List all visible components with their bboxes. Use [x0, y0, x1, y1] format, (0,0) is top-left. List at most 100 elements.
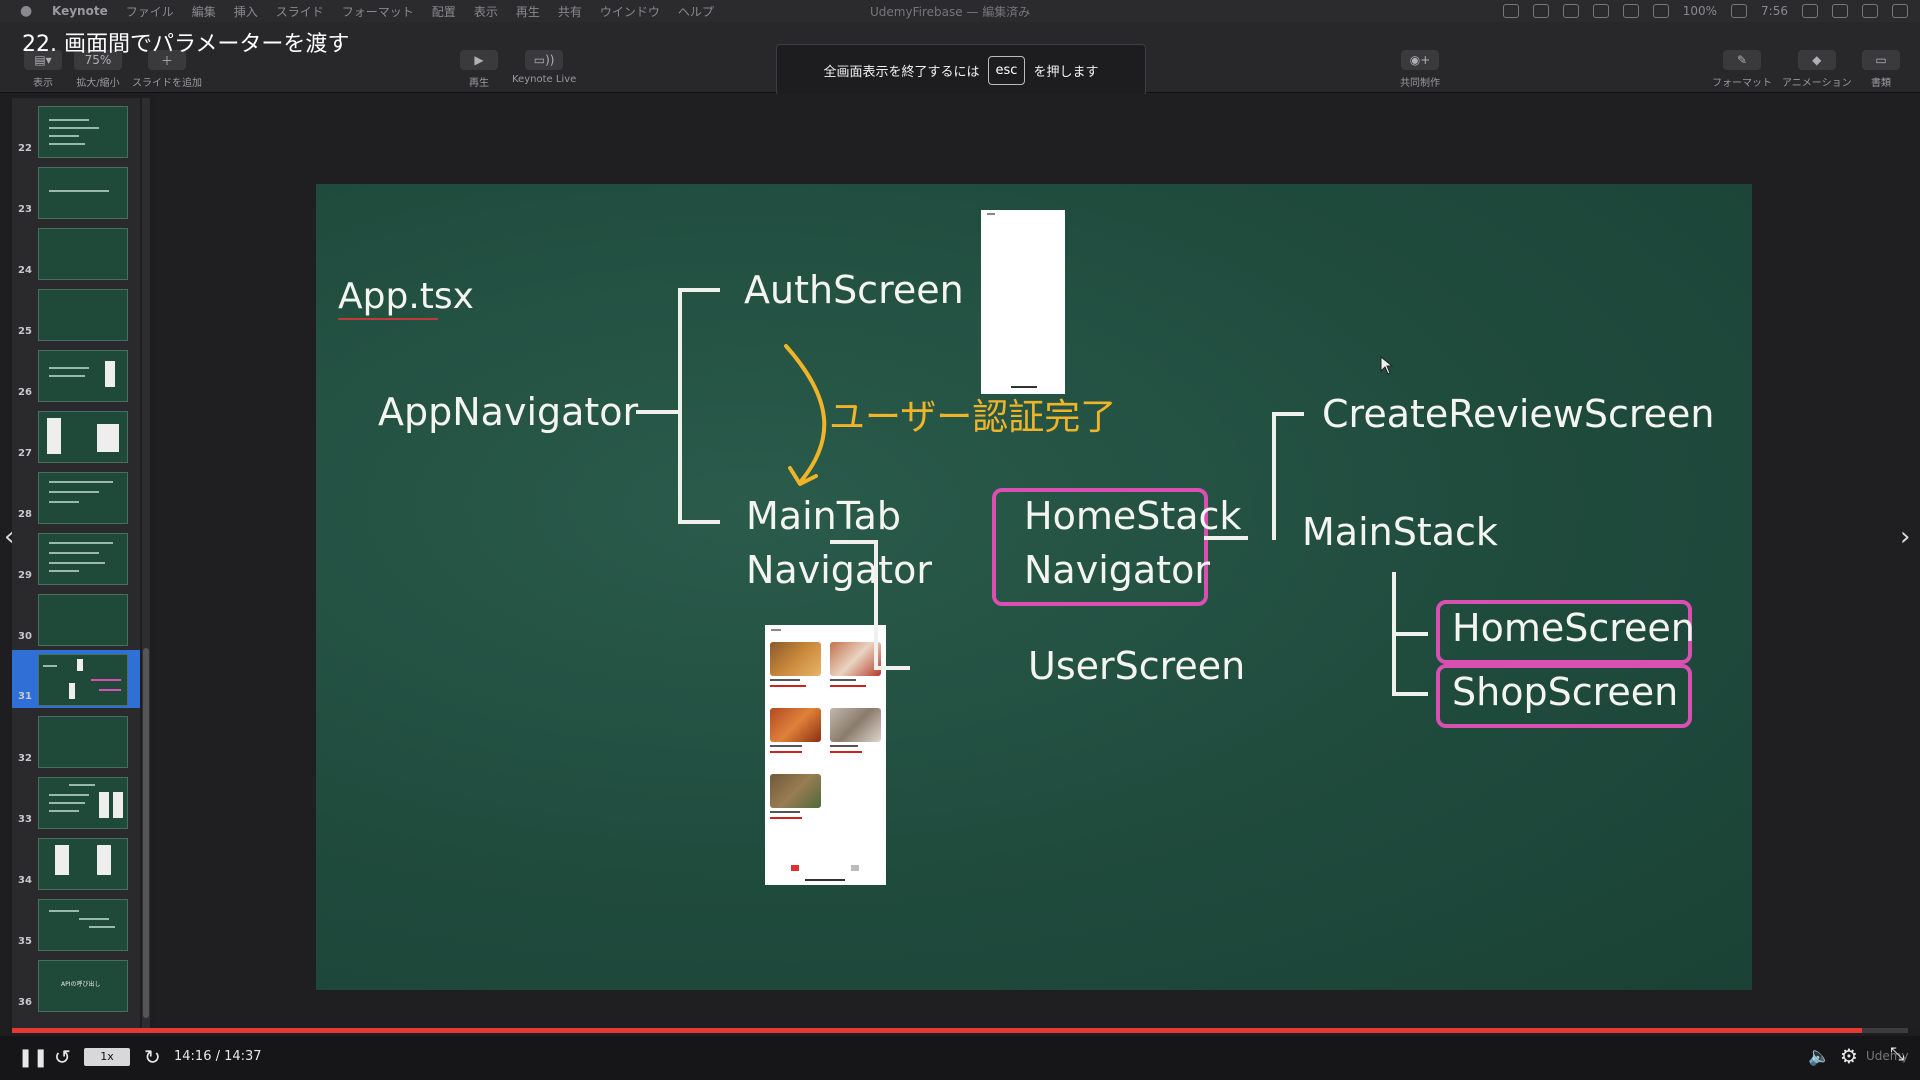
sidebar-scrollbar[interactable] [142, 98, 150, 1028]
scrollbar-thumb[interactable] [143, 648, 149, 1018]
slide-thumb-24[interactable]: 24 [12, 224, 140, 282]
slide-thumb-27[interactable]: 27 [12, 407, 140, 465]
bracket-vertical [1272, 412, 1276, 540]
thumb-image [38, 289, 128, 341]
slide-thumb-34[interactable]: 34 [12, 834, 140, 892]
cloud-icon[interactable] [1532, 4, 1549, 18]
slide-thumb-32[interactable]: 32 [12, 712, 140, 770]
rewind-icon[interactable]: ↺ [54, 1045, 71, 1069]
battery-icon[interactable] [1731, 4, 1748, 18]
food-image [770, 774, 821, 808]
menu-view[interactable]: 表示 [474, 3, 498, 20]
thumb-image [38, 533, 128, 585]
volume-icon[interactable] [1652, 4, 1669, 18]
battery-percent[interactable]: 100% [1683, 4, 1717, 18]
slide-navigator: 22 23 24 25 26 27 28 29 30 31 32 33 34 3… [12, 98, 140, 1028]
menu-edit[interactable]: 編集 [192, 3, 216, 20]
menu-file[interactable]: ファイル [126, 3, 174, 20]
slide-thumb-35[interactable]: 35 [12, 895, 140, 953]
window-title: UdemyFirebase — 編集済み [870, 5, 1031, 19]
slide-thumb-28[interactable]: 28 [12, 468, 140, 526]
lecture-title: 22. 画面間でパラメーターを渡す [22, 32, 350, 57]
spotlight-icon[interactable] [1832, 4, 1848, 18]
pause-icon[interactable]: ❚❚ [18, 1047, 48, 1068]
add-slide-label: スライドを追加 [132, 78, 202, 89]
collaborate-button[interactable]: ◉+ 共同制作 [1400, 50, 1440, 89]
auth-screen-label: AuthScreen [744, 268, 964, 312]
document-label: 書類 [1871, 78, 1891, 89]
volume-icon[interactable]: 🔈 [1808, 1046, 1830, 1067]
menu-app-name[interactable]: Keynote [52, 4, 108, 18]
food-image [770, 708, 821, 742]
slide-thumb-33[interactable]: 33 [12, 773, 140, 831]
menu-share[interactable]: 共有 [558, 3, 582, 20]
menu-insert[interactable]: 挿入 [234, 3, 258, 20]
paintbrush-icon: ✎ [1723, 50, 1761, 70]
menu-format[interactable]: フォーマット [342, 3, 414, 20]
siri-icon[interactable] [1862, 4, 1878, 18]
clock[interactable]: 7:56 [1761, 4, 1788, 18]
animate-label: アニメーション [1782, 78, 1852, 89]
slide-number: 36 [18, 997, 32, 1008]
bracket-bottom-arm [874, 666, 910, 670]
slide-thumb-29[interactable]: 29 [12, 529, 140, 587]
time-machine-icon[interactable] [1592, 4, 1609, 18]
slide-thumb-30[interactable]: 30 [12, 590, 140, 648]
accessibility-icon[interactable] [1562, 4, 1579, 18]
thumb-image [38, 228, 128, 280]
menu-arrange[interactable]: 配置 [432, 3, 456, 20]
app-navigator-label: AppNavigator [378, 390, 639, 434]
play-button[interactable]: ▶ 再生 [460, 50, 498, 89]
input-source-icon[interactable] [1802, 4, 1818, 18]
slide-thumb-25[interactable]: 25 [12, 285, 140, 343]
document-button[interactable]: ▭ 書類 [1862, 50, 1900, 89]
menu-help[interactable]: ヘルプ [678, 3, 714, 20]
exit-fullscreen-icon[interactable]: ⤡ [1890, 1044, 1904, 1065]
next-slide-icon[interactable]: › [1900, 522, 1910, 552]
home-tab-icon [791, 865, 799, 871]
forward-icon[interactable]: ↻ [144, 1045, 161, 1069]
slide-thumb-22[interactable]: 22 [12, 102, 140, 160]
playback-speed-button[interactable]: 1x [84, 1048, 130, 1066]
slide-number: 25 [18, 326, 32, 337]
menu-slide[interactable]: スライド [276, 3, 324, 20]
menu-play[interactable]: 再生 [516, 3, 540, 20]
wifi-icon[interactable] [1622, 4, 1639, 18]
bracket-top-arm [678, 288, 720, 292]
slide-number: 23 [18, 204, 32, 215]
menu-window[interactable]: ウインドウ [600, 3, 660, 20]
play-icon: ▶ [460, 50, 498, 70]
keynote-live-button[interactable]: ▭)) Keynote Live [512, 50, 576, 85]
previous-slide-icon[interactable]: ‹ [4, 522, 14, 552]
thumb-image [38, 838, 128, 890]
apple-icon[interactable]: ● [20, 4, 38, 18]
slide-number: 31 [18, 691, 32, 702]
current-slide: App.tsx AppNavigator AuthScreen ユーザー認証完了… [316, 184, 1752, 990]
slide-thumb-23[interactable]: 23 [12, 163, 140, 221]
slide-thumb-31[interactable]: 31 [12, 650, 140, 708]
slide-thumb-36[interactable]: APIの呼び出し 36 [12, 956, 140, 1014]
thumb-image [38, 777, 128, 829]
slide-number: 24 [18, 265, 32, 276]
notification-center-icon[interactable] [1892, 4, 1908, 18]
video-progress-bar[interactable] [12, 1028, 1908, 1033]
auth-done-label: ユーザー認証完了 [829, 397, 1117, 438]
slide-number: 28 [18, 509, 32, 520]
thumb-image [38, 654, 128, 706]
record-icon[interactable] [1502, 4, 1519, 18]
esc-banner-before: 全画面表示を終了するには [823, 64, 980, 80]
keynote-live-icon: ▭)) [525, 50, 564, 70]
format-button[interactable]: ✎ フォーマット [1712, 50, 1772, 89]
slide-thumb-26[interactable]: 26 [12, 346, 140, 404]
thumb-image [38, 350, 128, 402]
slide-number: 33 [18, 814, 32, 825]
user-screen-label: UserScreen [1028, 644, 1246, 688]
playback-time: 14:16 / 14:37 [174, 1049, 262, 1064]
user-tab-icon [851, 865, 859, 871]
auth-screen-phone [981, 210, 1065, 394]
animate-button[interactable]: ◆ アニメーション [1782, 50, 1852, 89]
collaborate-label: 共同制作 [1400, 78, 1440, 89]
collaborate-icon: ◉+ [1401, 50, 1439, 70]
zoom-label: 拡大/縮小 [76, 78, 120, 89]
settings-gear-icon[interactable]: ⚙ [1840, 1044, 1858, 1068]
